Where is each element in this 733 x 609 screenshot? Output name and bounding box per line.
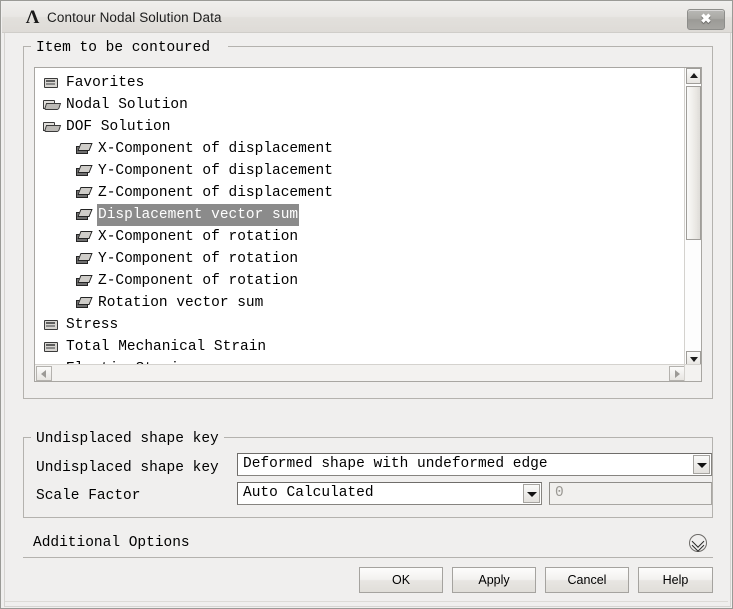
chevron-down-icon[interactable]: [523, 484, 540, 503]
folder-open-icon: [43, 94, 61, 116]
help-button[interactable]: Help: [638, 567, 713, 593]
undisplaced-shape-key-title: Undisplaced shape key: [31, 431, 224, 447]
scale-factor-select[interactable]: Auto Calculated: [237, 482, 542, 505]
scale-factor-label: Scale Factor: [36, 488, 141, 504]
tree-row[interactable]: Displacement vector sum: [35, 204, 687, 226]
undisplaced-shape-key-label: Undisplaced shape key: [36, 460, 219, 476]
scroll-left-button[interactable]: [36, 366, 52, 381]
tree-item-label: X-Component of rotation: [98, 229, 299, 245]
box-icon: [75, 270, 93, 292]
scale-factor-number-value: 0: [555, 485, 564, 501]
box-icon: [75, 248, 93, 270]
scale-factor-number-input[interactable]: 0: [549, 482, 712, 505]
tree-row[interactable]: Z-Component of displacement: [35, 182, 687, 204]
window-title: Contour Nodal Solution Data: [47, 10, 222, 25]
box-icon: [75, 204, 93, 226]
undisplaced-shape-key-value: Deformed shape with undeformed edge: [243, 456, 548, 472]
close-button[interactable]: ✖: [687, 9, 725, 30]
vertical-scroll-thumb[interactable]: [686, 86, 701, 240]
tree-row[interactable]: Stress: [35, 314, 687, 336]
contour-nodal-solution-dialog: Λ Contour Nodal Solution Data ✖ Item to …: [0, 0, 733, 609]
undisplaced-shape-key-group: [23, 437, 713, 518]
tree-row-content: Z-Component of rotation: [35, 270, 299, 292]
tree-row-content: X-Component of displacement: [35, 138, 334, 160]
tree-row[interactable]: Favorites: [35, 72, 687, 94]
arrow-up-icon: [689, 73, 698, 78]
tree-row-content: Nodal Solution: [35, 94, 189, 116]
tree-row-content: Favorites: [35, 72, 145, 94]
tree-row[interactable]: Z-Component of rotation: [35, 270, 687, 292]
tree-row[interactable]: X-Component of displacement: [35, 138, 687, 160]
apply-button[interactable]: Apply: [452, 567, 536, 593]
additional-options-expander[interactable]: Additional Options: [23, 532, 713, 558]
ok-button[interactable]: OK: [359, 567, 443, 593]
chevron-down-icon[interactable]: [693, 455, 710, 474]
item-to-be-contoured-title: Item to be contoured: [31, 40, 216, 56]
tree-item-label: DOF Solution: [66, 119, 171, 135]
box-icon: [75, 226, 93, 248]
contour-item-tree[interactable]: Favorites Nodal Solution DOF Solution X-Com…: [34, 67, 702, 382]
ansys-logo-icon: Λ: [25, 7, 40, 28]
arrow-left-icon: [41, 369, 46, 378]
tree-vertical-scrollbar[interactable]: [684, 68, 701, 367]
footer-divider: [5, 601, 728, 602]
additional-options-label: Additional Options: [33, 535, 190, 551]
tree-item-label: Y-Component of displacement: [98, 163, 333, 179]
tree-row[interactable]: Nodal Solution: [35, 94, 687, 116]
folder-open-icon: [43, 116, 61, 138]
tree-row[interactable]: Total Mechanical Strain: [35, 336, 687, 358]
folder-closed-icon: [43, 336, 61, 358]
scroll-up-button[interactable]: [686, 68, 701, 84]
tree-row-content: DOF Solution: [35, 116, 171, 138]
tree-item-label: Z-Component of displacement: [98, 185, 333, 201]
scrollbar-corner: [684, 364, 701, 381]
tree-item-label: Y-Component of rotation: [98, 251, 299, 267]
tree-row-content: Y-Component of rotation: [35, 248, 299, 270]
box-icon: [75, 292, 93, 314]
tree-row-list: Favorites Nodal Solution DOF Solution X-Com…: [35, 72, 687, 380]
tree-item-label: Nodal Solution: [66, 97, 188, 113]
tree-row-content: Total Mechanical Strain: [35, 336, 267, 358]
title-bar: Λ Contour Nodal Solution Data ✖: [2, 2, 732, 33]
tree-item-label: Total Mechanical Strain: [66, 339, 267, 355]
tree-item-label: X-Component of displacement: [98, 141, 333, 157]
arrow-right-icon: [675, 369, 680, 378]
tree-row-content: X-Component of rotation: [35, 226, 299, 248]
box-icon: [75, 182, 93, 204]
chevron-double-down-icon[interactable]: [689, 534, 707, 552]
box-icon: [75, 138, 93, 160]
tree-row[interactable]: Y-Component of displacement: [35, 160, 687, 182]
tree-item-label: Rotation vector sum: [98, 295, 264, 311]
folder-closed-icon: [43, 72, 61, 94]
tree-row[interactable]: Y-Component of rotation: [35, 248, 687, 270]
tree-item-label: Favorites: [66, 75, 145, 91]
tree-row-content: Z-Component of displacement: [35, 182, 334, 204]
tree-row-content: Rotation vector sum: [35, 292, 264, 314]
tree-row[interactable]: Rotation vector sum: [35, 292, 687, 314]
arrow-down-icon: [689, 357, 698, 362]
tree-horizontal-scrollbar[interactable]: [35, 364, 686, 381]
cancel-button[interactable]: Cancel: [545, 567, 629, 593]
tree-item-label: Stress: [66, 317, 119, 333]
tree-item-label: Z-Component of rotation: [98, 273, 299, 289]
scale-factor-value: Auto Calculated: [243, 485, 374, 501]
tree-item-label: Displacement vector sum: [97, 204, 300, 226]
undisplaced-shape-key-select[interactable]: Deformed shape with undeformed edge: [237, 453, 712, 476]
box-icon: [75, 160, 93, 182]
tree-row-content: Displacement vector sum: [35, 204, 300, 226]
tree-row-content: Y-Component of displacement: [35, 160, 334, 182]
scroll-right-button[interactable]: [669, 366, 685, 381]
close-icon: ✖: [700, 11, 712, 26]
tree-row[interactable]: DOF Solution: [35, 116, 687, 138]
folder-closed-icon: [43, 314, 61, 336]
tree-row[interactable]: X-Component of rotation: [35, 226, 687, 248]
tree-row-content: Stress: [35, 314, 119, 336]
